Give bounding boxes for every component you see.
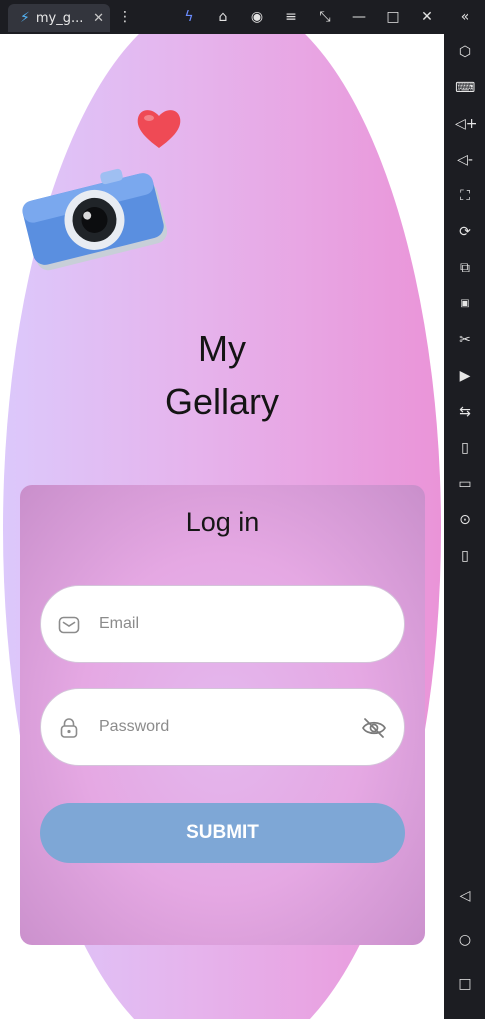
- password-field[interactable]: Password: [40, 688, 405, 766]
- record-video-icon[interactable]: ▶: [455, 366, 475, 386]
- phone-screen: My Gellary Log in Email Password SUBMIT: [0, 34, 444, 1019]
- email-icon: [58, 616, 80, 634]
- emulator-sidebar: ⬡ ⌨ ◁+ ◁- ⛶ ⟳ ⧉ ▣ ✂ ▶ ⇆ ▯ ▭ ⊙ ▯ ◁ ○ □: [444, 34, 485, 1019]
- account-icon[interactable]: ◉: [248, 8, 266, 26]
- camera-icon: [22, 168, 167, 271]
- location-icon[interactable]: ⊙: [455, 510, 475, 530]
- multi-instance-icon[interactable]: ⧉: [455, 258, 475, 278]
- shake-icon[interactable]: ▯: [455, 438, 475, 458]
- recents-icon[interactable]: □: [455, 974, 475, 994]
- back-icon[interactable]: ◁: [455, 886, 475, 906]
- volume-down-icon[interactable]: ◁-: [455, 150, 475, 170]
- app-tab[interactable]: ⚡ my_g... ✕: [8, 4, 110, 32]
- maximize-icon[interactable]: □: [384, 8, 402, 26]
- lightning-icon[interactable]: ϟ: [180, 8, 198, 26]
- submit-button[interactable]: SUBMIT: [40, 803, 405, 863]
- volume-up-icon[interactable]: ◁+: [455, 114, 478, 134]
- app-title-line1: My: [198, 328, 246, 369]
- app-title-line2: Gellary: [164, 381, 280, 422]
- menu-icon[interactable]: ≡: [282, 8, 300, 26]
- keyboard-icon[interactable]: ⌨: [455, 78, 475, 98]
- apk-install-icon[interactable]: ▣: [455, 294, 475, 314]
- heart-icon: [137, 110, 181, 148]
- lock-icon: [60, 718, 78, 738]
- sync-icon[interactable]: ⇆: [455, 402, 475, 422]
- resize-icon[interactable]: ⤡: [316, 8, 334, 26]
- home-icon[interactable]: ○: [455, 930, 475, 950]
- flutter-icon: ⚡: [20, 10, 30, 26]
- tab-close-icon[interactable]: ✕: [93, 11, 104, 26]
- collapse-sidebar-icon[interactable]: «: [456, 8, 474, 26]
- folder-icon[interactable]: ▭: [455, 474, 475, 494]
- login-card: Log in Email Password SUBMIT: [20, 485, 425, 945]
- settings-hex-icon[interactable]: ⬡: [455, 42, 475, 62]
- password-placeholder: Password: [99, 718, 170, 735]
- minimize-icon[interactable]: —: [350, 8, 368, 26]
- login-heading: Log in: [185, 507, 260, 537]
- email-placeholder: Email: [99, 615, 140, 632]
- email-field[interactable]: Email: [40, 585, 405, 663]
- gamepad-icon[interactable]: ⌂: [214, 8, 232, 26]
- rotate-icon[interactable]: ⟳: [455, 222, 475, 242]
- screenshot-scissors-icon[interactable]: ✂: [455, 330, 475, 350]
- eye-off-icon[interactable]: [361, 716, 387, 740]
- fullscreen-icon[interactable]: ⛶: [455, 186, 475, 206]
- close-icon[interactable]: ✕: [418, 8, 436, 26]
- tab-title: my_g...: [35, 10, 84, 26]
- more-menu-icon[interactable]: ⋮: [116, 8, 134, 26]
- emulator-toolbar: ⚡ my_g... ✕ ⋮ ϟ ⌂ ◉ ≡ ⤡ — □ ✕ «: [0, 0, 485, 34]
- vibrate-icon[interactable]: ▯: [455, 546, 475, 566]
